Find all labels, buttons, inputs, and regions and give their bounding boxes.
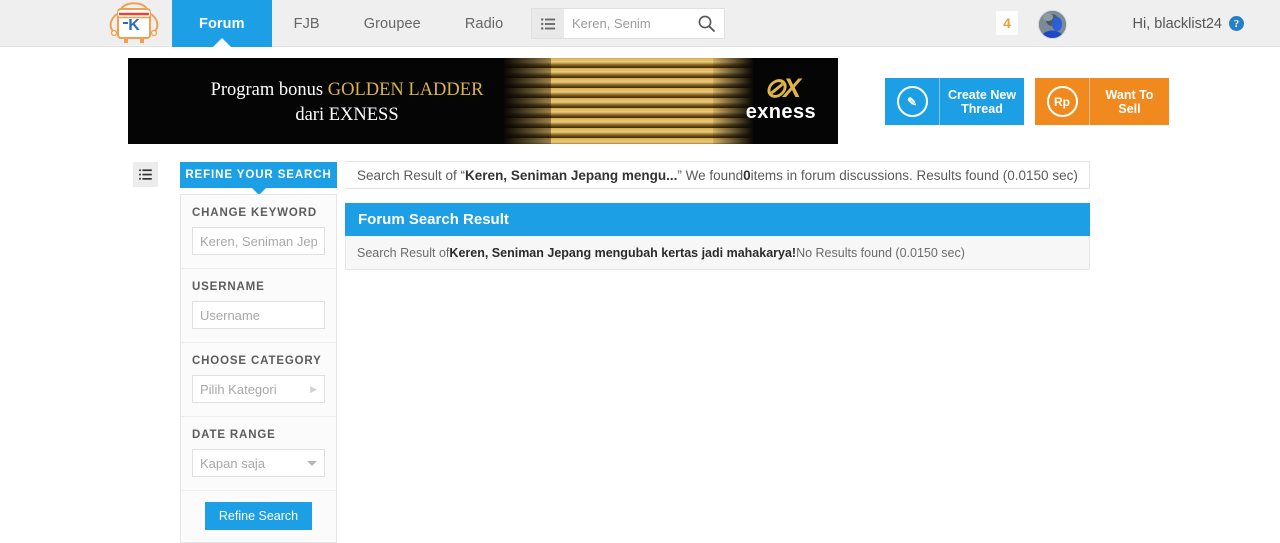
refine-search-sidebar: CHANGE KEYWORD USERNAME CHOOSE CATEGORY …	[180, 194, 337, 543]
result-panel-body: Search Result of Keren, Seniman Jepang m…	[345, 236, 1090, 270]
result-panel-title: Forum Search Result	[345, 203, 1090, 236]
create-new-thread-label: Create New Thread	[947, 87, 1017, 116]
create-new-thread-button[interactable]: ✎ Create New Thread	[885, 78, 1024, 125]
avatar[interactable]	[1038, 10, 1067, 39]
refine-your-search-tab[interactable]: REFINE YOUR SEARCH	[180, 162, 337, 195]
search-bar	[531, 8, 725, 39]
pencil-icon: ✎	[885, 78, 940, 125]
summary-query: Keren, Seniman Jepang mengu...	[465, 167, 678, 183]
summary-middle: ” We found	[677, 167, 744, 183]
banner-text: Program bonus GOLDEN LADDER dari EXNESS	[172, 78, 522, 128]
forum-search-result-panel: Forum Search Result Search Result of Ker…	[345, 203, 1090, 270]
svg-text:K: K	[128, 17, 140, 34]
refine-button-container: Refine Search	[181, 491, 336, 542]
search-input[interactable]	[564, 9, 688, 38]
nav-item-label: FJB	[293, 15, 320, 32]
advertisement-banner[interactable]: Program bonus GOLDEN LADDER dari EXNESS …	[128, 58, 838, 144]
site-header: K Forum FJB Groupee Radio Keren, Senim 4…	[0, 0, 1280, 47]
greeting-label: Hi, blacklist24	[1132, 15, 1222, 32]
user-greeting[interactable]: Hi, blacklist24 ?	[1133, 0, 1244, 47]
exness-logo-mark: ⊘X	[763, 73, 802, 103]
list-view-toggle[interactable]	[133, 162, 158, 187]
filter-label: DATE RANGE	[192, 429, 276, 441]
banner-line2: dari EXNESS	[295, 105, 399, 125]
search-icon[interactable]	[688, 9, 724, 38]
search-result-summary: Search Result of “Keren, Seniman Jepang …	[345, 161, 1090, 189]
want-to-sell-button[interactable]: Rp Want To Sell	[1035, 78, 1169, 125]
banner-line1-highlight: GOLDEN LADDER	[327, 80, 484, 100]
result-body-query: Keren, Seniman Jepang mengubah kertas ja…	[449, 245, 797, 260]
filter-label: CHOOSE CATEGORY	[192, 355, 322, 367]
summary-suffix: items in forum discussions. Results foun…	[750, 167, 1078, 183]
help-icon[interactable]: ?	[1229, 16, 1244, 31]
nav-item-fjb[interactable]: FJB	[272, 0, 342, 47]
filter-label: CHANGE KEYWORD	[192, 207, 317, 219]
want-to-sell-label: Want To Sell	[1105, 87, 1154, 116]
rupiah-glyph: Rp	[1046, 86, 1078, 117]
banner-stairs-image	[503, 58, 753, 144]
main-nav: Forum FJB Groupee Radio	[172, 0, 525, 47]
filter-username: USERNAME	[181, 269, 336, 343]
summary-count: 0	[743, 167, 751, 183]
pencil-glyph: ✎	[896, 86, 928, 117]
kaskus-logo[interactable]: K	[103, 0, 165, 47]
chevron-down-icon	[307, 460, 317, 466]
banner-line1-prefix: Program bonus	[210, 80, 328, 100]
result-body-prefix: Search Result of	[357, 245, 450, 260]
chevron-right-icon: ▶	[310, 383, 317, 394]
notification-count: 4	[1003, 15, 1011, 31]
search-category-icon[interactable]	[532, 9, 564, 38]
filter-choose-category: CHOOSE CATEGORY Pilih Kategori ▶	[181, 343, 336, 417]
nav-item-groupee[interactable]: Groupee	[342, 0, 443, 47]
choose-category-value: Pilih Kategori	[200, 381, 277, 397]
refine-search-button[interactable]: Refine Search	[204, 502, 313, 530]
date-range-select[interactable]: Kapan saja	[192, 449, 325, 477]
result-body-suffix: No Results found (0.0150 sec)	[796, 245, 965, 260]
nav-item-forum[interactable]: Forum	[172, 0, 272, 47]
filter-date-range: DATE RANGE Kapan saja	[181, 417, 336, 491]
exness-logo: ⊘X exness	[745, 73, 816, 124]
nav-item-label: Radio	[464, 15, 504, 32]
summary-prefix: Search Result of “	[357, 167, 466, 183]
exness-logo-word: exness	[745, 101, 816, 123]
rupiah-icon: Rp	[1035, 78, 1090, 125]
change-keyword-input[interactable]	[192, 227, 325, 255]
filter-label: USERNAME	[192, 281, 265, 293]
nav-item-radio[interactable]: Radio	[443, 0, 525, 47]
choose-category-select[interactable]: Pilih Kategori ▶	[192, 375, 325, 403]
refine-tab-label: REFINE YOUR SEARCH	[185, 169, 332, 181]
nav-item-label: Forum	[199, 15, 245, 32]
filter-change-keyword: CHANGE KEYWORD	[181, 195, 336, 269]
username-input[interactable]	[192, 301, 325, 329]
notification-badge[interactable]: 4	[996, 11, 1018, 35]
list-icon	[139, 169, 152, 180]
nav-item-label: Groupee	[363, 15, 421, 32]
date-range-value: Kapan saja	[200, 455, 266, 471]
